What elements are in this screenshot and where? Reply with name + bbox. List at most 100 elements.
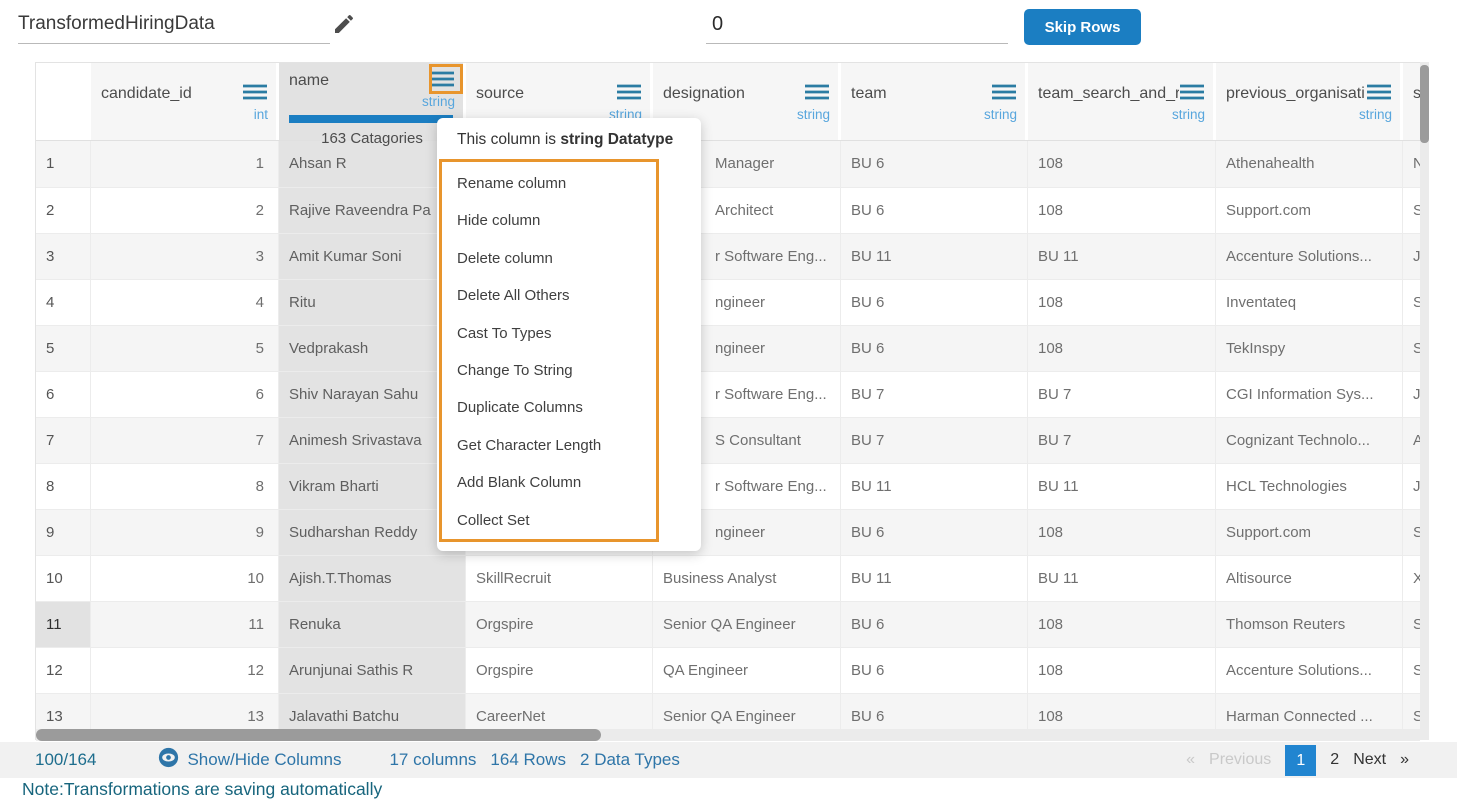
cell-team: BU 11 (841, 234, 1028, 279)
cell-candidate_id: 3 (91, 234, 279, 279)
cell-last: N (1403, 141, 1420, 187)
cell-previous_org: HCL Technologies (1216, 464, 1403, 509)
cell-candidate_id: 7 (91, 418, 279, 463)
cell-source: Orgspire (466, 648, 653, 693)
column-type-label: string (851, 107, 1017, 122)
column-name: previous_organisati... (1226, 85, 1366, 103)
table-row: 1111RenukaOrgspireSenior QA EngineerBU 6… (36, 601, 1420, 647)
cell-candidate_id: 12 (91, 648, 279, 693)
column-menu-icon[interactable] (242, 84, 268, 105)
cell-team_search: 108 (1028, 188, 1216, 233)
show-hide-columns-button[interactable]: Show/Hide Columns (158, 747, 341, 773)
column-type-label: int (101, 107, 268, 122)
column-menu-icon[interactable] (1179, 84, 1205, 105)
top-bar: TransformedHiringData Skip Rows (0, 0, 1457, 62)
vertical-scrollbar-thumb[interactable] (1420, 65, 1429, 143)
cell-team_search: BU 11 (1028, 464, 1216, 509)
cell-team: BU 6 (841, 648, 1028, 693)
cell-candidate_id: 4 (91, 280, 279, 325)
column-menu-icon[interactable] (616, 84, 642, 105)
table-row: 99Sudharshan ReddyngineerBU 6108Support.… (36, 509, 1420, 555)
pagination-next-arrow[interactable]: » (1400, 751, 1409, 769)
cell-name: Arunjunai Sathis R (279, 648, 466, 693)
cell-candidate_id: 9 (91, 510, 279, 555)
cell-num: 3 (36, 234, 91, 279)
vertical-scrollbar-track[interactable] (1420, 62, 1429, 740)
data-types-count: 2 Data Types (580, 750, 680, 770)
menu-item-delete-all-others[interactable]: Delete All Others (442, 277, 656, 314)
menu-item-hide-column[interactable]: Hide column (442, 202, 656, 239)
cell-team_search: 108 (1028, 602, 1216, 647)
cell-team: BU 7 (841, 372, 1028, 417)
cell-previous_org: Athenahealth (1216, 141, 1403, 187)
horizontal-scrollbar-thumb[interactable] (36, 729, 601, 741)
cell-num: 12 (36, 648, 91, 693)
columns-count: 17 columns (389, 750, 476, 770)
pagination-page-2[interactable]: 2 (1330, 751, 1339, 769)
cell-designation: Senior QA Engineer (653, 602, 841, 647)
pagination-next-button[interactable]: Next (1353, 751, 1386, 769)
skip-rows-input[interactable] (706, 8, 1008, 44)
column-header-team-search: team_search_and_r... string (1028, 63, 1216, 140)
menu-item-get-character-length[interactable]: Get Character Length (442, 427, 656, 464)
column-menu-icon[interactable] (991, 84, 1017, 105)
pagination-prev-button[interactable]: Previous (1209, 751, 1271, 769)
cell-team_search: BU 11 (1028, 234, 1216, 279)
cell-candidate_id: 11 (91, 602, 279, 647)
skip-rows-button[interactable]: Skip Rows (1024, 9, 1141, 45)
menu-item-delete-column[interactable]: Delete column (442, 240, 656, 277)
cell-previous_org: Altisource (1216, 556, 1403, 601)
cell-last: S (1403, 280, 1420, 325)
cell-previous_org: Thomson Reuters (1216, 602, 1403, 647)
cell-designation: QA Engineer (653, 648, 841, 693)
cell-previous_org: Inventateq (1216, 280, 1403, 325)
column-name: team (851, 85, 887, 103)
cell-last: Ja (1403, 464, 1420, 509)
cell-previous_org: Cognizant Technolo... (1216, 418, 1403, 463)
eye-icon (158, 747, 179, 773)
cell-previous_org: CGI Information Sys... (1216, 372, 1403, 417)
menu-item-duplicate-columns[interactable]: Duplicate Columns (442, 389, 656, 426)
cell-num: 2 (36, 188, 91, 233)
table-row: 66Shiv Narayan Sahur Software Eng...BU 7… (36, 371, 1420, 417)
pagination-page-1[interactable]: 1 (1285, 745, 1316, 776)
cell-team: BU 6 (841, 510, 1028, 555)
column-header-candidate-id: candidate_id int (91, 63, 279, 140)
cell-num: 10 (36, 556, 91, 601)
menu-item-add-blank-column[interactable]: Add Blank Column (442, 464, 656, 501)
cell-num: 7 (36, 418, 91, 463)
column-type-label: string (1226, 107, 1392, 122)
dataset-name: TransformedHiringData (18, 13, 215, 34)
column-name: team_search_and_r... (1038, 85, 1179, 103)
column-menu-icon-highlight (429, 64, 463, 94)
menu-item-change-to-string[interactable]: Change To String (442, 352, 656, 389)
column-menu-icon[interactable] (804, 84, 830, 105)
menu-item-rename-column[interactable]: Rename column (442, 165, 656, 202)
column-menu-icon[interactable] (1366, 84, 1392, 105)
cell-team_search: 108 (1028, 648, 1216, 693)
edit-pencil-icon[interactable] (332, 12, 360, 40)
column-header-team: team string (841, 63, 1028, 140)
cell-last: Ja (1403, 234, 1420, 279)
menu-item-cast-to-types[interactable]: Cast To Types (442, 315, 656, 352)
menu-item-collect-set[interactable]: Collect Set (442, 502, 656, 539)
cell-last: S (1403, 648, 1420, 693)
pagination: « Previous 1 2 Next » (1186, 742, 1409, 778)
horizontal-scrollbar-track[interactable] (36, 729, 1420, 741)
cell-team: BU 6 (841, 141, 1028, 187)
column-header-previous-organisation: previous_organisati... string (1216, 63, 1403, 140)
cell-team_search: 108 (1028, 280, 1216, 325)
column-context-menu: This column is string Datatype Rename co… (437, 118, 701, 551)
cell-candidate_id: 1 (91, 141, 279, 187)
corner-header-cell (36, 63, 91, 140)
cell-previous_org: Accenture Solutions... (1216, 234, 1403, 279)
table-row: 44RitungineerBU 6108InventateqS (36, 279, 1420, 325)
cell-team: BU 11 (841, 464, 1028, 509)
pagination-prev-arrow[interactable]: « (1186, 751, 1195, 769)
table-row: 55VedprakashngineerBU 6108TekInspyS (36, 325, 1420, 371)
cell-designation: Business Analyst (653, 556, 841, 601)
dataset-name-field[interactable]: TransformedHiringData (18, 8, 330, 44)
column-name: designation (663, 85, 745, 103)
cell-num: 1 (36, 141, 91, 187)
cell-source: Orgspire (466, 602, 653, 647)
